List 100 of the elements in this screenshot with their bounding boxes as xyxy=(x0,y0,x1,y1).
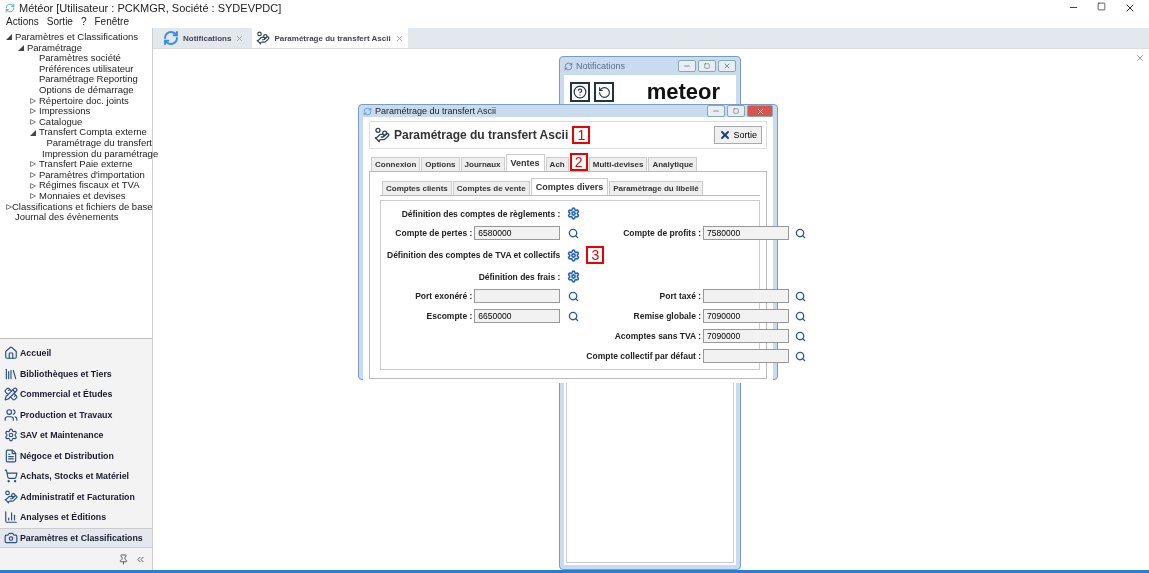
tree-item[interactable]: Options de démarrage xyxy=(39,84,134,96)
coin-hand-icon xyxy=(374,127,390,143)
app-logo-icon xyxy=(363,106,372,116)
tree-item[interactable]: Catalogue xyxy=(39,116,83,128)
account-field[interactable] xyxy=(474,289,561,303)
tree-item[interactable]: Paramètres société xyxy=(39,53,121,64)
callout-number: 1 xyxy=(572,126,591,144)
account-field[interactable] xyxy=(703,289,790,303)
exit-button[interactable]: Sortie xyxy=(714,126,762,144)
tab[interactable]: Comptes clients xyxy=(382,181,452,195)
cart-icon[interactable] xyxy=(4,469,18,484)
collapsed-arrow-icon[interactable] xyxy=(30,193,36,200)
account-field[interactable]: 7090000 xyxy=(703,329,790,343)
nav-item[interactable]: Production et Travaux xyxy=(0,404,152,425)
settings-button[interactable] xyxy=(566,270,580,283)
window-title: Paramétrage du transfert Ascii xyxy=(375,106,497,116)
nav-item[interactable]: Commercial et Études xyxy=(0,384,152,405)
pin-icon[interactable] xyxy=(118,553,129,565)
menu-item[interactable]: ? xyxy=(80,16,87,27)
account-field[interactable] xyxy=(703,349,790,363)
tab[interactable]: Options xyxy=(421,157,460,171)
tab[interactable]: Journaux xyxy=(460,157,505,171)
menu-item[interactable]: Sortie xyxy=(46,16,73,27)
tree-item[interactable]: Paramétrage du transfert xyxy=(46,137,152,149)
search-icon[interactable] xyxy=(794,330,806,342)
collapsed-arrow-icon[interactable] xyxy=(6,203,12,210)
nav-item[interactable]: Achats, Stocks et Matériel xyxy=(0,466,152,487)
tab[interactable]: Multi-devises xyxy=(588,157,648,171)
search-icon[interactable] xyxy=(567,310,579,322)
account-field[interactable]: 6650000 xyxy=(474,309,561,323)
tree-item[interactable]: Impression du paramétrage xyxy=(42,148,159,160)
tree-item[interactable]: Régimes fiscaux et TVA xyxy=(39,180,140,191)
field-label: Port taxé : xyxy=(658,291,702,301)
expanded-arrow-icon[interactable] xyxy=(6,34,12,41)
expanded-arrow-icon[interactable] xyxy=(18,44,24,51)
collapsed-arrow-icon[interactable] xyxy=(30,182,36,189)
tree-item[interactable]: Paramétrage Reporting xyxy=(39,74,138,85)
camera-icon[interactable] xyxy=(4,530,18,545)
tab[interactable]: Connexion xyxy=(371,157,421,171)
bar-chart-icon[interactable] xyxy=(4,510,18,525)
search-icon[interactable] xyxy=(794,290,806,302)
collapsed-arrow-icon[interactable] xyxy=(30,108,36,115)
restore-icon[interactable] xyxy=(1097,1,1106,11)
tree-item[interactable]: Transfert Paie externe xyxy=(39,159,133,170)
coin-hand-icon[interactable] xyxy=(4,489,18,504)
tab[interactable]: Paramétrage du libellé xyxy=(609,181,703,195)
brand-logo: meteor xyxy=(646,79,721,105)
gear-icon[interactable] xyxy=(4,428,18,443)
field-label: Compte de profits : xyxy=(622,228,702,238)
tab[interactable]: Comptes de vente xyxy=(452,181,530,195)
settings-button[interactable] xyxy=(566,248,580,262)
search-icon[interactable] xyxy=(794,227,806,239)
tab[interactable]: Comptes divers xyxy=(530,178,609,195)
tab[interactable]: Ach xyxy=(545,157,569,171)
nav-item[interactable]: Administratif et Facturation xyxy=(0,486,152,507)
document-tab[interactable]: Paramétrage du transfert Ascii xyxy=(252,28,408,48)
account-field[interactable]: 7580000 xyxy=(703,226,790,240)
tab[interactable]: Analytique xyxy=(648,157,698,171)
tree-item[interactable]: Monnaies et devises xyxy=(39,190,126,202)
tree-item[interactable]: Préférences utilisateur xyxy=(39,63,134,75)
tree-item[interactable]: Transfert Compta externe xyxy=(39,127,147,138)
search-icon[interactable] xyxy=(794,350,806,362)
document-icon[interactable] xyxy=(4,448,18,463)
ruler-pencil-icon[interactable] xyxy=(4,387,18,402)
search-icon[interactable] xyxy=(567,290,579,302)
tree-item[interactable]: Paramètres d'importation xyxy=(39,169,145,181)
window-title: Météor [Utilisateur : PCKMGR, Société : SYDEVPDC] xyxy=(19,1,283,14)
menu-item[interactable]: Actions xyxy=(6,16,39,27)
nav-item[interactable]: Paramètres et Classifications xyxy=(0,527,152,548)
search-icon[interactable] xyxy=(567,227,579,239)
tree-item[interactable]: Paramètres et Classifications xyxy=(15,32,139,43)
collapsed-arrow-icon[interactable] xyxy=(30,172,36,178)
books-icon[interactable] xyxy=(4,366,18,381)
account-field[interactable]: 7090000 xyxy=(703,309,790,323)
tree-item[interactable]: Répertoire doc. joints xyxy=(39,95,129,107)
collapsed-arrow-icon[interactable] xyxy=(30,97,36,104)
field-label: Compte de pertes : xyxy=(394,228,473,238)
nav-item[interactable]: Accueil xyxy=(0,343,152,364)
tab[interactable]: Ventes xyxy=(505,154,545,171)
nav-item[interactable]: Analyses et Éditions xyxy=(0,507,152,528)
collapsed-arrow-icon[interactable] xyxy=(30,119,36,126)
close-icon[interactable] xyxy=(719,129,732,141)
document-tab[interactable]: Notifications xyxy=(159,28,249,48)
collapsed-arrow-icon[interactable] xyxy=(30,161,36,168)
tree-item[interactable]: Classifications et fichiers de base xyxy=(12,201,153,213)
tree-item[interactable]: Journal des évènements xyxy=(15,212,119,223)
expanded-arrow-icon[interactable] xyxy=(30,129,36,136)
account-field[interactable]: 6580000 xyxy=(474,226,561,240)
menu-item[interactable]: Fenêtre xyxy=(94,16,129,27)
nav-item[interactable]: SAV et Maintenance xyxy=(0,425,152,446)
settings-button[interactable] xyxy=(566,207,580,220)
people-icon[interactable] xyxy=(4,407,18,422)
field-label: Remise globale : xyxy=(632,311,702,321)
app-logo-icon xyxy=(564,61,573,71)
search-icon[interactable] xyxy=(794,310,806,322)
tree-item[interactable]: Impressions xyxy=(39,106,91,117)
nav-item[interactable]: Bibliothèques et Tiers xyxy=(0,363,152,384)
tree-item[interactable]: Paramétrage xyxy=(27,42,82,54)
nav-item[interactable]: Négoce et Distribution xyxy=(0,445,152,466)
house-icon[interactable] xyxy=(4,346,18,361)
